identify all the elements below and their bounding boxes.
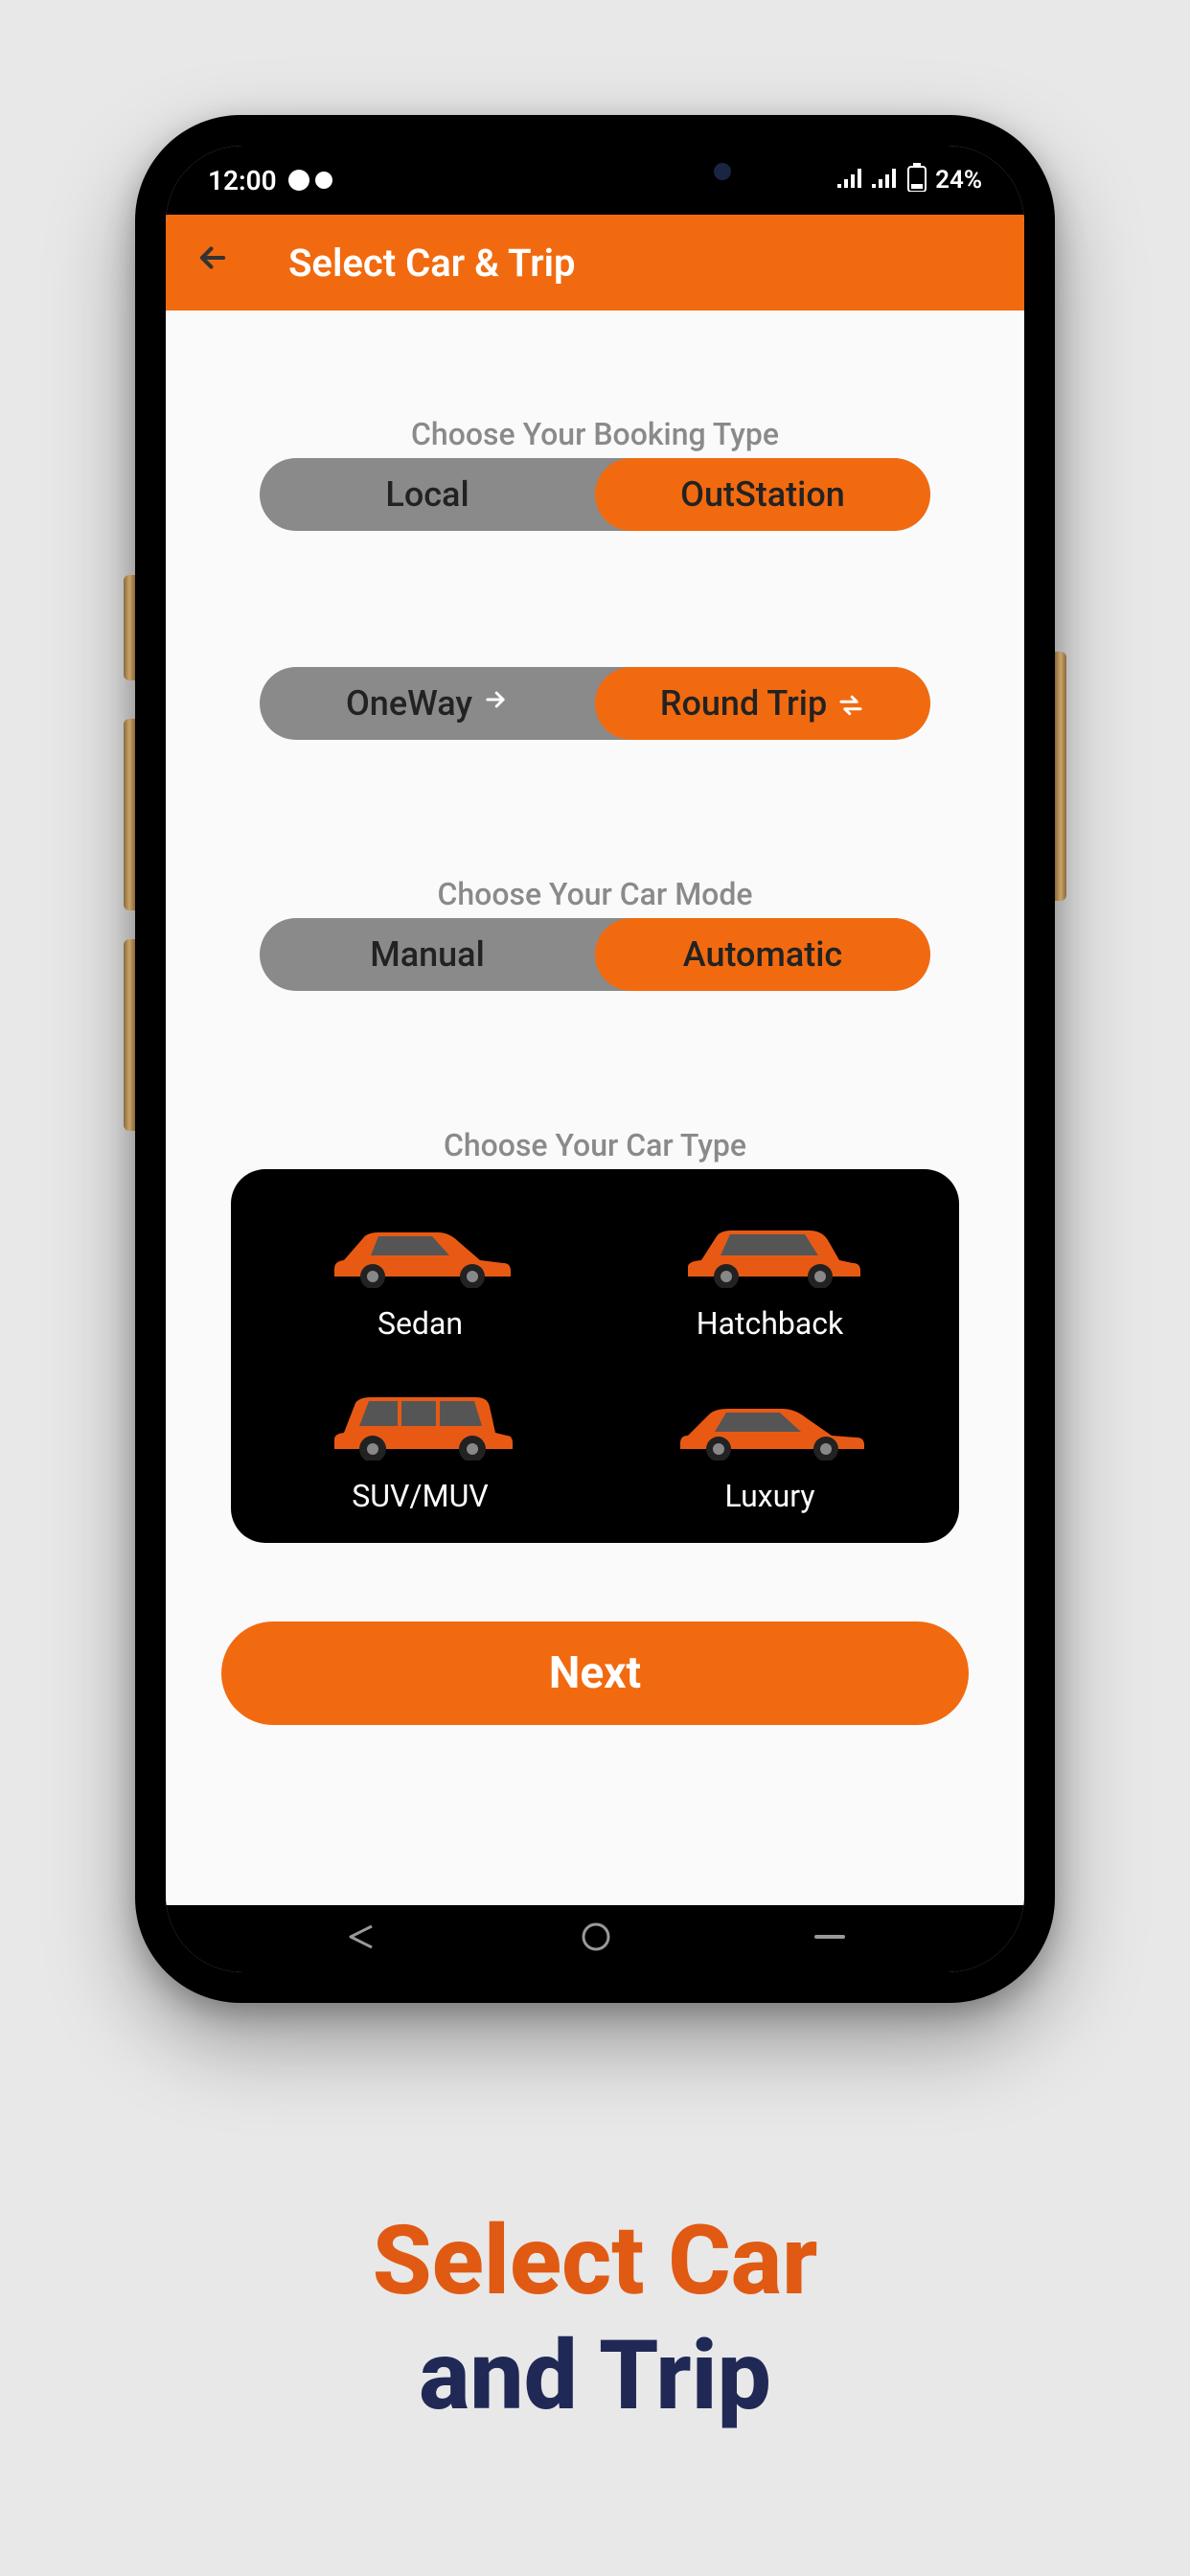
battery-icon — [906, 163, 927, 198]
car-type-sedan[interactable]: Sedan — [260, 1208, 581, 1342]
chat-icon — [315, 172, 332, 189]
car-type-panel: Sedan Hatchback — [231, 1169, 959, 1543]
car-mode-label: Choose Your Car Mode — [198, 876, 992, 912]
power-button — [1055, 652, 1066, 901]
car-mode-toggle: Manual Automatic — [260, 918, 930, 991]
option-label: OutStation — [680, 474, 845, 515]
car-type-hatchback[interactable]: Hatchback — [609, 1208, 930, 1342]
option-label: Local — [385, 474, 469, 515]
caption-line-2: and Trip — [373, 2319, 818, 2434]
caption-line-1: Select Car — [373, 2204, 818, 2319]
signal-icon — [837, 166, 864, 195]
car-type-label: Sedan — [378, 1305, 463, 1342]
system-nav-bar — [166, 1905, 1024, 1972]
luxury-icon — [675, 1380, 866, 1460]
car-type-suv[interactable]: SUV/MUV — [260, 1380, 581, 1514]
option-label: Automatic — [683, 934, 842, 975]
app-bar: Select Car & Trip — [166, 215, 1024, 310]
volume-button — [124, 939, 135, 1131]
car-type-luxury[interactable]: Luxury — [609, 1380, 930, 1514]
page-title: Select Car & Trip — [288, 241, 576, 286]
button-label: Next — [549, 1647, 641, 1699]
booking-outstation-option[interactable]: OutStation — [595, 458, 930, 531]
status-time: 12:00 — [208, 165, 277, 196]
trip-oneway-option[interactable]: OneWay — [260, 667, 595, 740]
car-type-label: Choose Your Car Type — [198, 1127, 992, 1163]
chat-icon — [288, 170, 309, 191]
option-label: Round Trip — [660, 683, 827, 724]
option-label: OneWay — [346, 683, 472, 724]
battery-percent: 24% — [935, 166, 982, 195]
car-type-label: SUV/MUV — [352, 1478, 488, 1514]
booking-local-option[interactable]: Local — [260, 458, 595, 531]
content: Choose Your Booking Type Local OutStatio… — [166, 310, 1024, 1905]
swap-arrows-icon — [836, 687, 865, 721]
suv-icon — [325, 1380, 516, 1460]
trip-roundtrip-option[interactable]: Round Trip — [595, 667, 930, 740]
volume-button — [124, 575, 135, 680]
nav-recent-icon[interactable] — [809, 1922, 851, 1955]
nav-home-icon[interactable] — [577, 1918, 615, 1960]
marketing-caption: Select Car and Trip — [373, 2204, 818, 2434]
camera-icon — [714, 163, 731, 180]
car-type-label: Hatchback — [697, 1305, 843, 1342]
mode-automatic-option[interactable]: Automatic — [595, 918, 930, 991]
arrow-right-icon — [482, 686, 509, 721]
nav-back-icon[interactable] — [339, 1922, 383, 1955]
back-arrow-icon[interactable] — [195, 240, 231, 286]
signal-icon — [872, 166, 899, 195]
notch — [413, 146, 777, 197]
booking-type-label: Choose Your Booking Type — [198, 416, 992, 452]
volume-button — [124, 719, 135, 910]
trip-type-toggle: OneWay Round Trip — [260, 667, 930, 740]
phone-frame: 12:00 24% — [135, 115, 1055, 2003]
booking-type-toggle: Local OutStation — [260, 458, 930, 531]
next-button[interactable]: Next — [221, 1622, 969, 1725]
option-label: Manual — [370, 934, 485, 975]
mode-manual-option[interactable]: Manual — [260, 918, 595, 991]
sedan-icon — [325, 1208, 516, 1288]
car-type-label: Luxury — [725, 1478, 815, 1514]
hatchback-icon — [675, 1208, 866, 1288]
